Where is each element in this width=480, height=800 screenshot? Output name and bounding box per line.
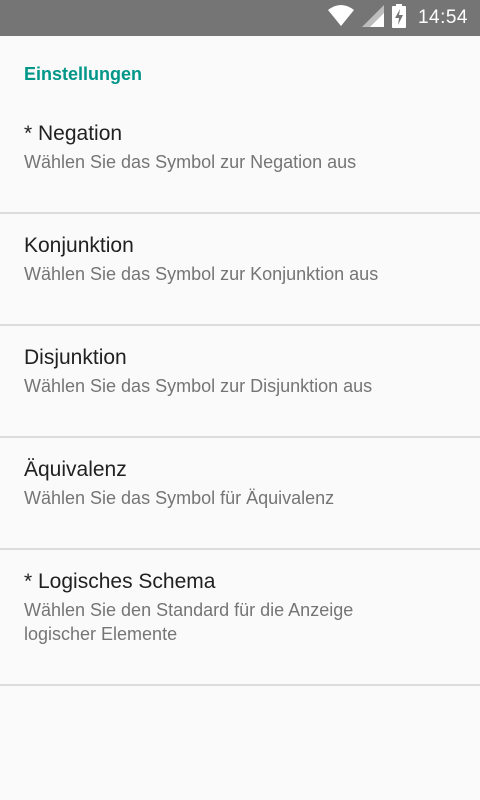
status-bar: 14:54 — [0, 0, 480, 36]
pref-title: Äquivalenz — [24, 458, 127, 481]
pref-summary: Wählen Sie den Standard für die Anzeige … — [24, 600, 354, 644]
pref-item-disjunktion[interactable]: Disjunktion Wählen Sie das Symbol zur Di… — [0, 326, 480, 438]
status-icons: 14:54 — [327, 0, 468, 36]
pref-title: Disjunktion — [24, 346, 127, 369]
settings-screen: Einstellungen * Negation Wählen Sie das … — [0, 36, 480, 800]
pref-title: Konjunktion — [24, 234, 134, 257]
preference-list: * Negation Wählen Sie das Symbol zur Neg… — [0, 102, 480, 686]
signal-icon — [361, 4, 384, 32]
pref-summary: Wählen Sie das Symbol zur Disjunktion au… — [24, 376, 373, 396]
pref-item-konjunktion[interactable]: Konjunktion Wählen Sie das Symbol zur Ko… — [0, 214, 480, 326]
pref-summary: Wählen Sie das Symbol zur Konjunktion au… — [24, 264, 379, 284]
battery-charging-icon — [391, 3, 406, 33]
pref-summary: Wählen Sie das Symbol zur Negation aus — [24, 152, 357, 172]
status-time: 14:54 — [417, 7, 468, 28]
pref-item-aequivalenz[interactable]: Äquivalenz Wählen Sie das Symbol für Äqu… — [0, 438, 480, 550]
wifi-icon — [327, 4, 354, 32]
pref-title: * Logisches Schema — [24, 570, 216, 593]
pref-summary: Wählen Sie das Symbol für Äquivalenz — [24, 488, 335, 508]
pref-item-negation[interactable]: * Negation Wählen Sie das Symbol zur Neg… — [0, 102, 480, 214]
category-title: Einstellungen — [24, 64, 143, 84]
pref-item-logisches-schema[interactable]: * Logisches Schema Wählen Sie den Standa… — [0, 550, 480, 686]
pref-title: * Negation — [24, 122, 123, 145]
